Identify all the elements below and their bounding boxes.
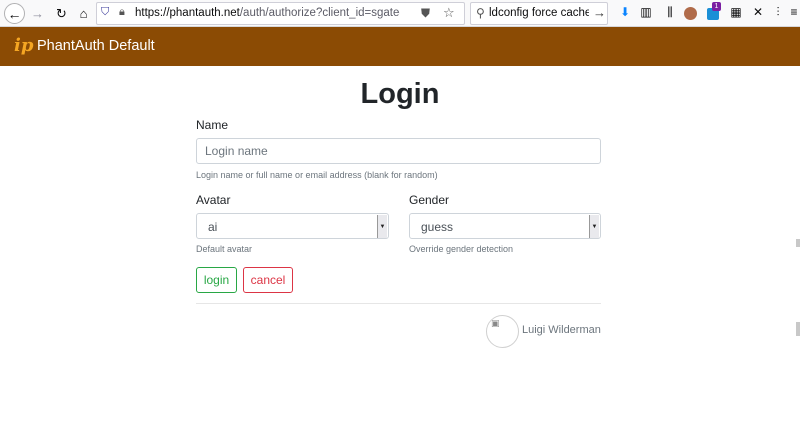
hamburger-menu-icon[interactable]: ≡ (786, 5, 800, 19)
avatar-select[interactable]: ai ▼ (196, 213, 389, 239)
avatar-select-value: ai (208, 220, 218, 234)
url-host: https://phantauth.net (135, 7, 240, 19)
page-title: Login (360, 78, 440, 110)
chevron-down-icon[interactable]: ▼ (377, 215, 387, 238)
user-name: Luigi Wilderman (522, 324, 601, 336)
browser-toolbar: ← → ↻ ⌂ ⛉ 🔒︎ https://phantauth.net/auth/… (0, 0, 800, 27)
bookmark-star-icon[interactable]: ☆ (443, 5, 455, 21)
grid-icon[interactable]: ▦ (728, 5, 744, 19)
user-avatar[interactable]: ▣ (486, 315, 519, 348)
download-icon[interactable]: ⬇ (617, 5, 633, 19)
url-bar[interactable]: ⛉ 🔒︎ https://phantauth.net/auth/authoriz… (96, 2, 465, 25)
lock-icon[interactable]: 🔒︎ (119, 6, 125, 19)
library-icon[interactable]: ⫼ (662, 5, 678, 20)
avatar-label: Avatar (196, 193, 231, 207)
search-bar[interactable]: ⚲ ldconfig force cache re → (470, 2, 608, 25)
broken-image-icon: ▣ (491, 318, 500, 328)
home-icon[interactable]: ⌂ (74, 4, 93, 23)
search-icon: ⚲ (476, 6, 485, 20)
forward-arrow-icon[interactable]: → (28, 4, 47, 23)
account-avatar-icon[interactable] (684, 7, 697, 20)
url-text[interactable]: https://phantauth.net/auth/authorize?cli… (135, 7, 400, 19)
gender-select-value: guess (421, 220, 454, 234)
window-edge-mark (796, 239, 800, 247)
shield-icon[interactable]: ⛉ (101, 6, 109, 19)
divider (196, 303, 601, 304)
login-button[interactable]: login (196, 267, 237, 293)
cancel-button[interactable]: cancel (243, 267, 293, 293)
chevron-down-icon[interactable]: ▼ (589, 215, 599, 238)
avatar-help-text: Default avatar (196, 244, 253, 254)
name-input[interactable] (196, 138, 601, 164)
search-text[interactable]: ldconfig force cache re (489, 7, 589, 19)
name-label: Name (196, 118, 229, 132)
reload-icon[interactable]: ↻ (52, 4, 71, 23)
window-edge-mark (796, 322, 800, 336)
pocket-icon[interactable]: ⛊ (421, 6, 430, 21)
app-navbar: ip PhantAuth Default (0, 27, 800, 66)
sidebar-icon[interactable]: ▥ (638, 5, 654, 19)
gender-select[interactable]: guess ▼ (409, 213, 601, 239)
gender-label: Gender (409, 193, 450, 207)
search-go-arrow-icon[interactable]: → (593, 5, 606, 20)
extension-badge-count: 1 (712, 2, 721, 11)
close-x-icon[interactable]: ✕ (750, 5, 766, 19)
brand-logo[interactable]: ip (14, 36, 33, 56)
name-help-text: Login name or full name or email address… (196, 170, 438, 180)
brand-name[interactable]: PhantAuth Default (37, 38, 155, 54)
back-arrow-icon[interactable]: ← (4, 3, 25, 24)
gender-help-text: Override gender detection (409, 244, 514, 254)
sliders-icon[interactable]: ⫶ (770, 5, 786, 20)
url-path: /auth/authorize?client_id=sgate-oidc (239, 7, 400, 19)
